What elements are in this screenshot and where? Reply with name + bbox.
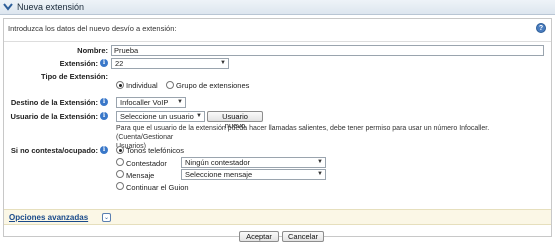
radio-continuar-label: Continuar el Guion — [126, 183, 189, 192]
form-panel: Introduzca los datos del nuevo desvío a … — [3, 18, 552, 242]
usuario-label: Usuario de la Extensión: — [10, 112, 98, 121]
radio-individual-label: Individual — [126, 81, 158, 90]
usuario-value: Seleccione un usuario — [120, 112, 194, 121]
extension-label: Extensión: — [59, 59, 98, 68]
radio-individual[interactable] — [116, 81, 124, 89]
radio-mensaje-label: Mensaje — [126, 171, 155, 180]
nombre-label: Nombre: — [77, 46, 108, 55]
form-content: Nombre: Prueba Extensión: i 22 ▼ Tipo de… — [4, 41, 551, 206]
radio-mensaje[interactable] — [116, 170, 124, 178]
info-icon[interactable]: i — [100, 98, 108, 106]
help-icon[interactable]: ? — [536, 23, 546, 33]
chevron-down-icon: ▼ — [177, 99, 183, 105]
radio-tonos[interactable] — [116, 146, 124, 154]
title-bar: Nueva extensión — [0, 0, 555, 15]
tipo-label: Tipo de Extensión: — [41, 72, 108, 81]
radio-contestador[interactable] — [116, 158, 124, 166]
radio-grupo[interactable] — [166, 81, 174, 89]
contestador-value: Ningún contestador — [185, 158, 251, 167]
usuario-note-line1: Para que el usuario de la extensión pued… — [116, 125, 490, 141]
destino-value: Infocaller VoIP — [120, 98, 169, 107]
mensaje-select[interactable]: Seleccione mensaje ▼ — [181, 169, 326, 180]
destino-select[interactable]: Infocaller VoIP ▼ — [116, 97, 186, 108]
mensaje-value: Seleccione mensaje — [185, 170, 253, 179]
nombre-input[interactable]: Prueba — [111, 45, 544, 56]
radio-contestador-label: Contestador — [126, 159, 167, 168]
advanced-options-bar: Opciones avanzadas ⌄ — [4, 209, 551, 225]
chevron-down-icon: ▼ — [196, 113, 202, 119]
info-icon[interactable]: i — [100, 112, 108, 120]
chevron-down-icon: ▼ — [220, 60, 226, 66]
accept-button[interactable]: Aceptar — [239, 231, 279, 242]
chevron-down-icon: ▼ — [317, 171, 323, 177]
contestador-select[interactable]: Ningún contestador ▼ — [181, 157, 326, 168]
destino-label: Destino de la Extensión: — [10, 98, 98, 107]
usuario-select[interactable]: Seleccione un usuario ▼ — [116, 111, 205, 122]
radio-tonos-label: Tonos telefónicos — [126, 146, 184, 155]
radio-continuar[interactable] — [116, 182, 124, 190]
info-icon[interactable]: i — [100, 146, 108, 154]
radio-grupo-label: Grupo de extensiones — [176, 81, 250, 90]
chevron-down-icon: ▼ — [317, 159, 323, 165]
extension-value: 22 — [115, 59, 124, 68]
cancel-button[interactable]: Cancelar — [282, 231, 324, 242]
info-icon[interactable]: i — [100, 59, 108, 67]
window-title: Nueva extensión — [17, 2, 85, 12]
intro-text: Introduzca los datos del nuevo desvío a … — [8, 24, 177, 33]
advanced-options-link[interactable]: Opciones avanzadas — [9, 213, 88, 222]
usuario-nuevo-button[interactable]: Usuario nuevo — [207, 111, 263, 130]
si-no-contesta-label: Si no contesta/ocupado: — [10, 146, 98, 155]
extension-select[interactable]: 22 ▼ — [111, 58, 229, 69]
double-chevron-down-icon[interactable]: ⌄ — [102, 213, 111, 222]
app-logo-icon — [3, 2, 13, 12]
